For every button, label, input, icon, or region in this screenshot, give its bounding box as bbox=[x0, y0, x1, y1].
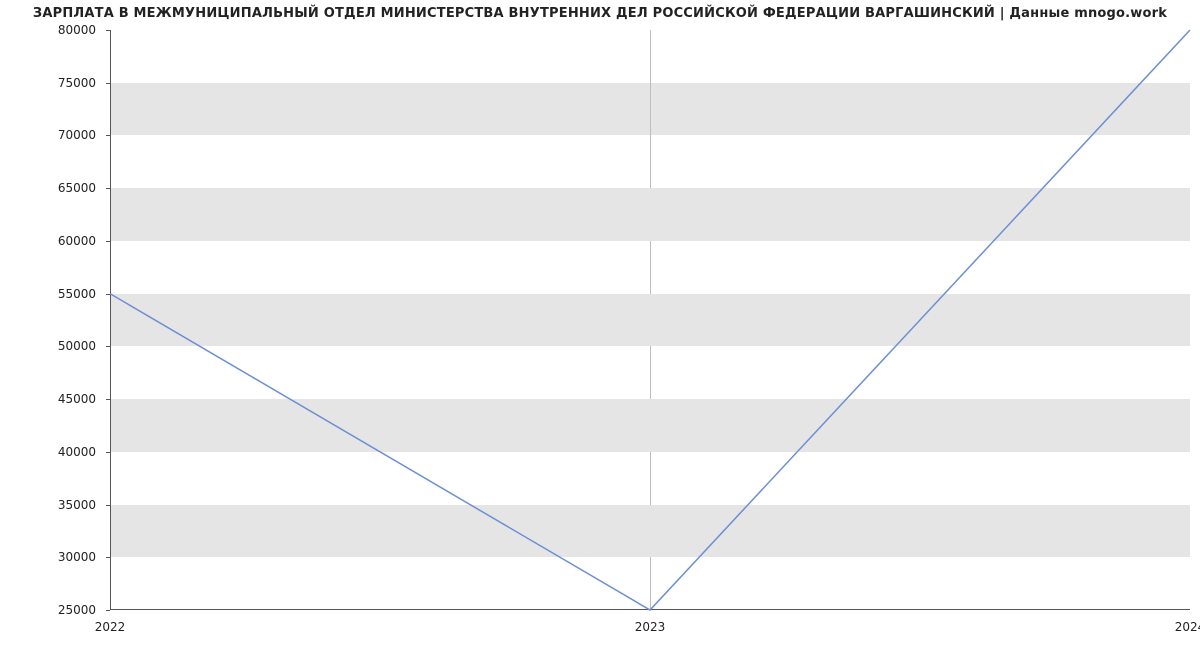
y-tick-label: 50000 bbox=[58, 339, 96, 353]
plot-area: 2500030000350004000045000500005500060000… bbox=[110, 30, 1190, 610]
y-tick-mark bbox=[106, 452, 110, 453]
line-layer bbox=[110, 30, 1190, 610]
y-tick-label: 30000 bbox=[58, 550, 96, 564]
x-tick-label: 2022 bbox=[95, 620, 126, 634]
y-tick-mark bbox=[106, 557, 110, 558]
x-tick-label: 2024 bbox=[1175, 620, 1200, 634]
y-tick-mark bbox=[106, 83, 110, 84]
y-tick-mark bbox=[106, 505, 110, 506]
y-tick-mark bbox=[106, 346, 110, 347]
y-tick-label: 45000 bbox=[58, 392, 96, 406]
y-tick-mark bbox=[106, 294, 110, 295]
y-tick-mark bbox=[106, 399, 110, 400]
y-tick-mark bbox=[106, 30, 110, 31]
y-tick-label: 75000 bbox=[58, 76, 96, 90]
y-tick-label: 80000 bbox=[58, 23, 96, 37]
series-line bbox=[110, 30, 1190, 610]
y-tick-label: 35000 bbox=[58, 498, 96, 512]
y-tick-label: 70000 bbox=[58, 128, 96, 142]
y-tick-mark bbox=[106, 610, 110, 611]
y-tick-mark bbox=[106, 135, 110, 136]
y-tick-label: 65000 bbox=[58, 181, 96, 195]
chart-title: ЗАРПЛАТА В МЕЖМУНИЦИПАЛЬНЫЙ ОТДЕЛ МИНИСТ… bbox=[0, 6, 1200, 21]
x-tick-label: 2023 bbox=[635, 620, 666, 634]
chart-container: ЗАРПЛАТА В МЕЖМУНИЦИПАЛЬНЫЙ ОТДЕЛ МИНИСТ… bbox=[0, 0, 1200, 650]
y-tick-label: 60000 bbox=[58, 234, 96, 248]
y-tick-mark bbox=[106, 241, 110, 242]
y-tick-label: 55000 bbox=[58, 287, 96, 301]
y-tick-mark bbox=[106, 188, 110, 189]
y-tick-label: 25000 bbox=[58, 603, 96, 617]
y-tick-label: 40000 bbox=[58, 445, 96, 459]
